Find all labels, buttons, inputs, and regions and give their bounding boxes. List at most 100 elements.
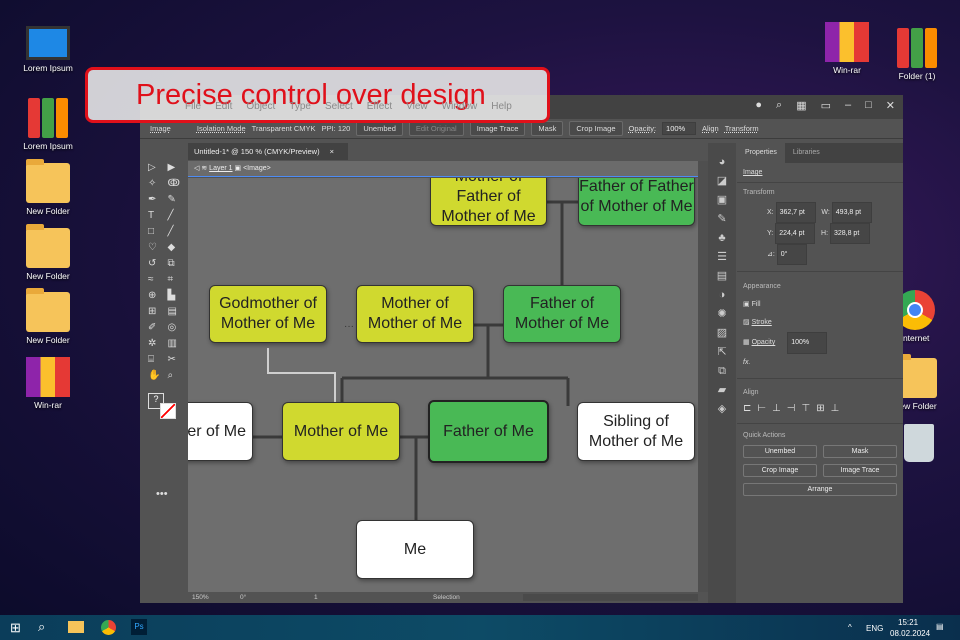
edit-original-button[interactable]: Edit Original	[408, 121, 464, 136]
node-mother-of-me[interactable]: Mother of Me	[282, 402, 400, 461]
mask-button[interactable]: Mask	[531, 121, 564, 136]
mesh-icon[interactable]: ⊞	[148, 305, 165, 318]
graphic-styles-icon[interactable]: ▨	[708, 324, 736, 343]
menu-window[interactable]: Window	[442, 101, 478, 112]
image-panel-icon[interactable]: ▣	[708, 191, 736, 210]
hand-icon[interactable]: ✋	[148, 369, 165, 382]
pen-tool-icon[interactable]: ✒	[148, 193, 165, 206]
crop-image-action[interactable]: Crop Image	[743, 464, 817, 477]
warp-icon[interactable]: ≈	[148, 273, 165, 286]
isolation-mode-link[interactable]: Isolation Mode	[197, 124, 246, 133]
desktop-icon-lorem-ipsum-2[interactable]: Lorem Ipsum	[13, 98, 83, 151]
stroke-link[interactable]: Stroke	[752, 319, 772, 326]
stroke-icon[interactable]: ☰	[708, 248, 736, 267]
maximize-button[interactable]: □	[865, 99, 872, 112]
panel-opacity-input[interactable]: 100%	[787, 332, 828, 354]
node-godmother-of-mother-of-me[interactable]: Godmother of Mother of Me	[209, 285, 327, 343]
layers-panel-icon[interactable]: ◈	[708, 400, 736, 419]
artboards-icon[interactable]: ⧉	[708, 362, 736, 381]
brushes-icon[interactable]: ✎	[708, 210, 736, 229]
node-mother-of-mother-of-me[interactable]: Mother of Mother of Me	[356, 285, 474, 343]
menu-file[interactable]: File	[185, 101, 201, 112]
blend-icon[interactable]: ◎	[168, 321, 185, 334]
file-explorer-icon[interactable]	[68, 621, 84, 633]
panel-icon[interactable]: ▭	[821, 99, 831, 112]
menu-effect[interactable]: Effect	[367, 101, 392, 112]
gradient-icon[interactable]: ▤	[168, 305, 185, 318]
shape-builder-icon[interactable]: ⊕	[148, 289, 165, 302]
opacity-input[interactable]: 100%	[662, 122, 697, 135]
tab-libraries[interactable]: Libraries	[785, 143, 828, 163]
document-tab[interactable]: Untitled-1* @ 150 % (CMYK/Preview) ×	[188, 143, 348, 160]
node-father-of-father-of-mother-of-me[interactable]: Father of Father of Mother of Me	[578, 178, 695, 226]
mask-action[interactable]: Mask	[823, 445, 897, 458]
desktop-icon-new-folder[interactable]: New Folder	[13, 159, 83, 216]
align-icons[interactable]: ⊏⊢⊥⊣⊤⊞⊥	[743, 401, 897, 417]
image-trace-button[interactable]: Image Trace	[469, 121, 526, 136]
menu-help[interactable]: Help	[491, 101, 512, 112]
vertical-scrollbar[interactable]	[698, 161, 708, 592]
close-button[interactable]: ✕	[886, 99, 895, 112]
export-icon[interactable]: ⇱	[708, 343, 736, 362]
slice-icon[interactable]: ✂	[168, 353, 185, 366]
eraser-icon[interactable]: ◆	[168, 241, 185, 254]
gradient-panel-icon[interactable]: ▤	[708, 267, 736, 286]
zoom-select[interactable]: 150%	[192, 592, 209, 603]
selection-tool-icon[interactable]: ▷	[148, 161, 165, 174]
more-tools-icon[interactable]: •••	[156, 488, 168, 500]
appearance-icon[interactable]: ✺	[708, 305, 736, 324]
search-icon[interactable]: ⌕	[776, 99, 782, 112]
artboard-icon[interactable]: ⌸	[148, 353, 165, 366]
rectangle-tool-icon[interactable]: □	[148, 225, 165, 238]
canvas[interactable]: ··· Mother of Father of Mother of Me Fat…	[188, 178, 698, 592]
start-button[interactable]: ⊞	[10, 620, 21, 636]
desktop-icon-new-folder-3[interactable]: New Folder	[13, 288, 83, 345]
lasso-icon[interactable]: ↂ	[168, 177, 185, 190]
desktop-icon-win-rar[interactable]: Win-rar	[13, 357, 83, 410]
eyedropper-icon[interactable]: ✐	[148, 321, 165, 334]
unembed-button[interactable]: Unembed	[356, 121, 403, 136]
free-transform-icon[interactable]: ⌗	[168, 273, 185, 286]
tab-properties[interactable]: Properties	[737, 143, 785, 163]
node-me[interactable]: Me	[356, 520, 474, 579]
w-input[interactable]: 493,8 pt	[831, 202, 872, 223]
close-tab-icon[interactable]: ×	[330, 147, 334, 156]
color-icon[interactable]: ◕	[708, 153, 736, 172]
node-sibling-of-mother-of-me[interactable]: Sibling of Mother of Me	[577, 402, 695, 461]
image-trace-action[interactable]: Image Trace	[823, 464, 897, 477]
desktop-icon-new-folder-2[interactable]: New Folder	[13, 224, 83, 281]
menu-object[interactable]: Object	[246, 101, 275, 112]
symbol-sprayer-icon[interactable]: ✲	[148, 337, 165, 350]
curvature-icon[interactable]: ✎	[168, 193, 185, 206]
angle-input[interactable]: 0°	[776, 244, 807, 265]
desktop-icon-win-rar-right[interactable]: Win-rar	[812, 22, 882, 75]
menu-select[interactable]: Select	[325, 101, 353, 112]
transparency-icon[interactable]: ◑	[708, 286, 736, 305]
search-taskbar-icon[interactable]: ⌕	[38, 619, 45, 635]
zoom-icon[interactable]: ⌕	[168, 369, 185, 382]
direct-selection-tool-icon[interactable]: ▶	[168, 161, 185, 174]
perspective-icon[interactable]: ▙	[168, 289, 185, 302]
desktop-icon-lorem-ipsum[interactable]: Lorem Ipsum	[13, 26, 83, 73]
tray-chevron-icon[interactable]: ^	[848, 623, 852, 632]
horizontal-scrollbar[interactable]	[523, 594, 698, 601]
chrome-taskbar-icon[interactable]	[101, 620, 116, 635]
opacity-link[interactable]: Opacity	[752, 339, 776, 346]
menu-type[interactable]: Type	[289, 101, 311, 112]
effects-button[interactable]: fx.	[743, 354, 897, 372]
unembed-action[interactable]: Unembed	[743, 445, 817, 458]
menu-view[interactable]: View	[406, 101, 428, 112]
graph-icon[interactable]: ▥	[168, 337, 185, 350]
shaper-icon[interactable]: ♡	[148, 241, 165, 254]
node-father-of-mother-of-me[interactable]: Father of Mother of Me	[503, 285, 621, 343]
node-partner-of-mother-of-me[interactable]: ner of er of Me	[188, 402, 253, 461]
transform-link[interactable]: Transform	[725, 124, 759, 133]
notification-icon[interactable]: ▤	[936, 622, 944, 631]
menu-edit[interactable]: Edit	[215, 101, 232, 112]
photoshop-icon[interactable]: Ps	[131, 619, 147, 635]
recycle-bin-icon[interactable]	[904, 424, 934, 462]
x-input[interactable]: 362,7 pt	[775, 202, 816, 223]
fill-stroke-swatch[interactable]: ?	[148, 393, 178, 419]
align-link[interactable]: Align	[702, 124, 719, 133]
user-icon[interactable]: ●	[755, 99, 762, 112]
